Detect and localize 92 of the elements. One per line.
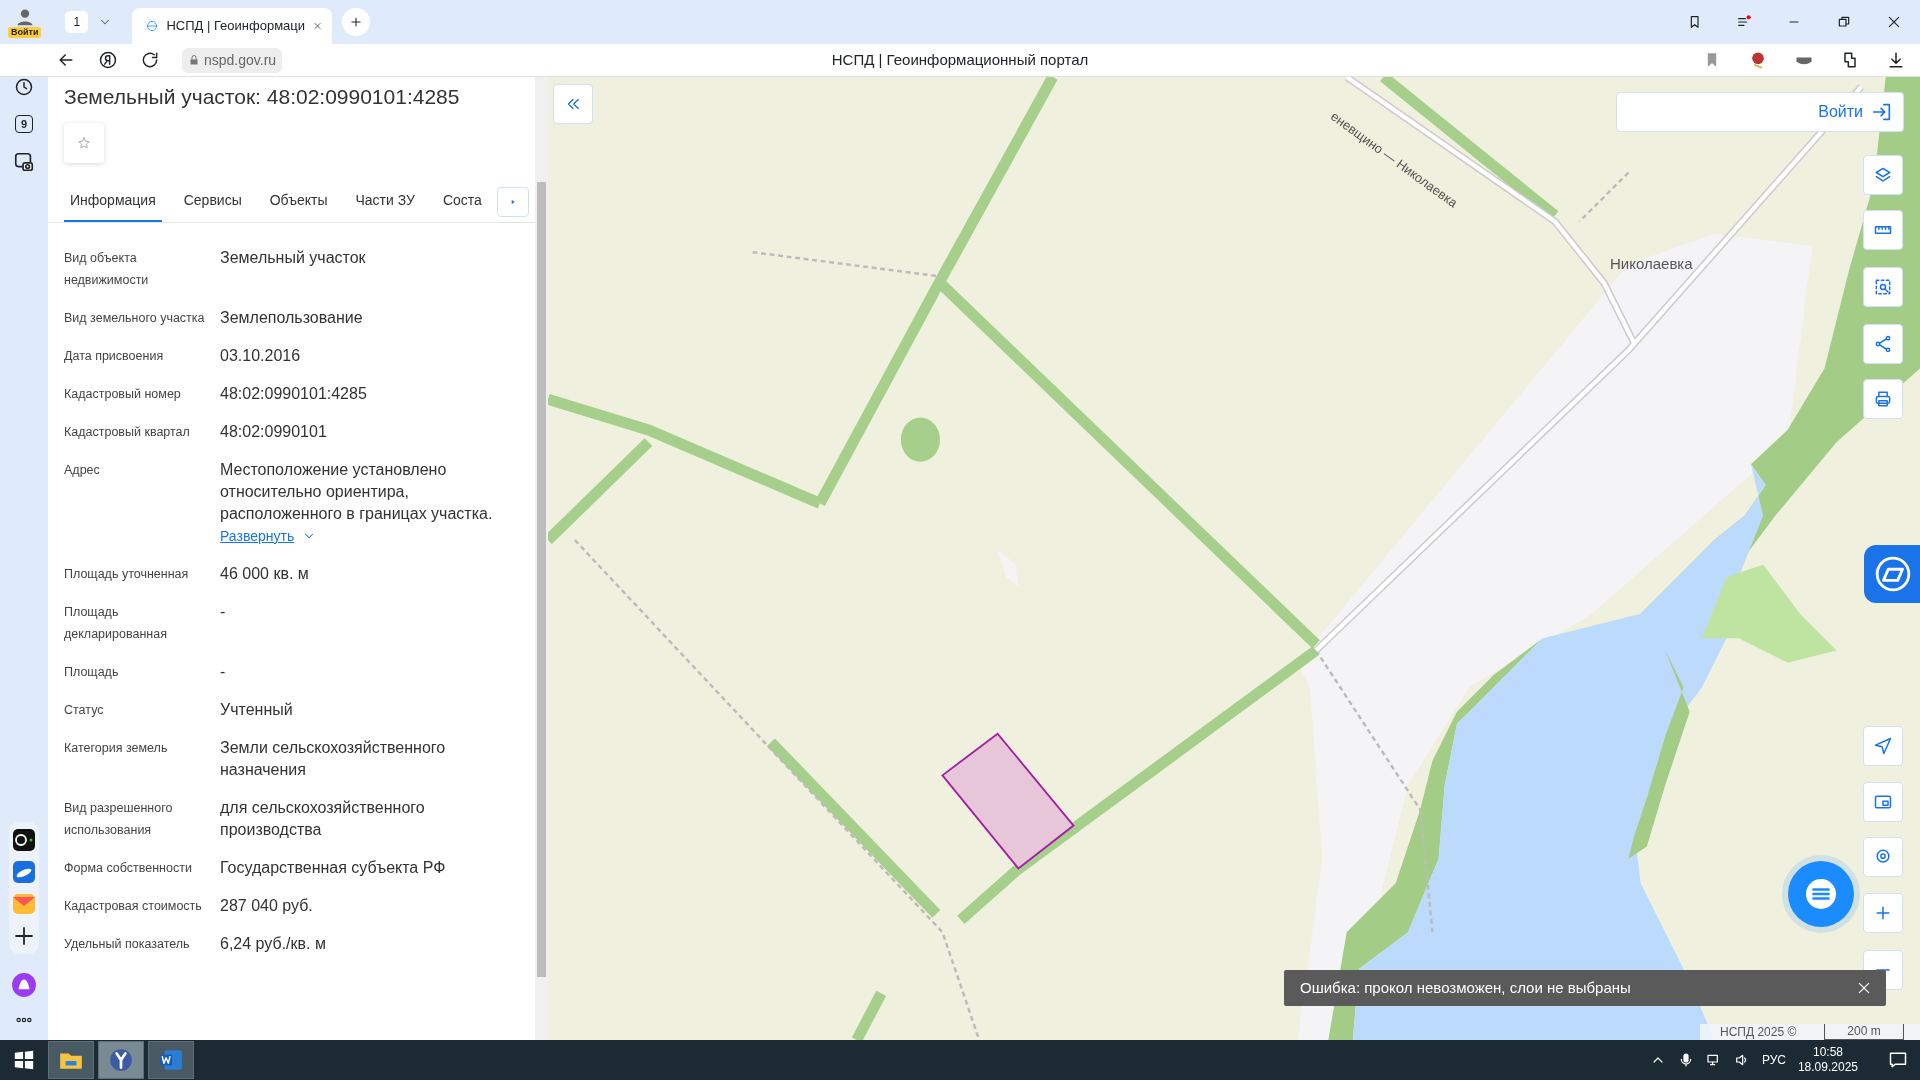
scrollbar[interactable]	[535, 77, 548, 1040]
field-label: Площадь	[64, 664, 120, 681]
feedback-button[interactable]	[1864, 545, 1920, 603]
place-label: Николаевка	[1610, 254, 1693, 274]
tab[interactable]: Информация	[64, 181, 162, 222]
share-icon	[1873, 334, 1893, 354]
clock-time[interactable]: 10:58	[1812, 1045, 1843, 1060]
collapse-button[interactable]	[553, 84, 593, 124]
field-label: Вид земельного участка	[64, 310, 206, 327]
field-value: для сельскохозяйственного производства	[220, 798, 426, 840]
minimap-icon	[1873, 792, 1893, 812]
camera-app-icon[interactable]	[12, 828, 36, 852]
plus-icon[interactable]	[12, 924, 36, 948]
expand-link[interactable]: Развернуть	[220, 525, 295, 547]
tab[interactable]: Части ЗУ	[349, 181, 421, 222]
new-tab-button[interactable]	[342, 8, 371, 36]
close-icon[interactable]	[1856, 980, 1872, 996]
map-tool-button[interactable]	[1863, 379, 1903, 419]
toast-message: Ошибка: прокол невозможен, слои не выбраны	[1300, 977, 1631, 998]
map-drawing[interactable]	[548, 77, 1920, 1040]
field-value: Землепользование	[220, 308, 364, 328]
field-value: Государственная субъекта РФ	[220, 858, 447, 878]
field-label: Площадь декларированная	[64, 604, 168, 643]
map-tool-button[interactable]	[1863, 324, 1903, 364]
field-value: Земельный участок	[220, 248, 367, 268]
reload-icon[interactable]	[140, 50, 160, 70]
notifications-icon[interactable]	[1888, 1050, 1908, 1070]
field-value: 46 000 кв. м	[220, 564, 310, 584]
chat-button[interactable]	[1788, 861, 1854, 927]
field-value: 03.10.2016	[220, 346, 302, 366]
close-icon[interactable]	[1886, 14, 1902, 30]
field-value: 48:02:0990101	[220, 422, 328, 442]
language-indicator[interactable]: РУС	[1761, 1051, 1786, 1069]
field-label: Кадастровая стоимость	[64, 898, 203, 915]
field-label: Статус	[64, 702, 105, 719]
field-value: Местоположение установлено относительно ориентира, расположенного в границах участка.	[220, 460, 494, 524]
screenshot-icon[interactable]	[13, 151, 35, 173]
map-tool-button[interactable]	[1863, 782, 1903, 822]
plus-icon	[349, 15, 364, 29]
url-field[interactable]: nspd.gov.ru	[182, 47, 283, 73]
browser-icon[interactable]	[108, 1047, 134, 1073]
globe-icon	[146, 18, 159, 34]
app-icon[interactable]	[12, 860, 36, 884]
field-value: Учтенный	[220, 700, 294, 720]
tab[interactable]: Соста	[436, 181, 488, 222]
map-tool-button[interactable]	[1863, 837, 1903, 877]
field-label: Категория земель	[64, 740, 169, 757]
page-title: НСПД | Геоинформационный портал	[831, 49, 1089, 70]
map-tool-button[interactable]	[1863, 155, 1903, 195]
field-value: 287 040 руб.	[220, 896, 314, 916]
more-icon[interactable]	[14, 1016, 34, 1024]
field-label: Удельный показатель	[64, 936, 191, 953]
object-title: Земельный участок: 48:02:0990101:4285	[64, 84, 461, 110]
tab-count[interactable]: 1	[65, 11, 89, 33]
field-label: Кадастровый квартал	[64, 424, 191, 441]
tab[interactable]: Сервисы	[177, 181, 248, 222]
history-icon[interactable]	[14, 77, 34, 97]
profile-login-label[interactable]: Войти	[8, 26, 42, 38]
print-icon	[1873, 389, 1893, 409]
lock-icon	[188, 54, 200, 66]
field-label: Адрес	[64, 462, 101, 479]
caret-right-icon	[509, 197, 517, 207]
field-value: -	[220, 602, 227, 622]
map-tool-button[interactable]	[1863, 726, 1903, 766]
chat-icon	[1803, 876, 1839, 912]
field-label: Дата присвоения	[64, 348, 165, 365]
field-label: Форма собственности	[64, 860, 193, 877]
tab-title: НСПД | Геоинформаци	[166, 17, 305, 36]
field-value: 48:02:0990101:4285	[220, 384, 368, 404]
field-label: Вид разрешенного использования	[64, 800, 174, 839]
field-label: Кадастровый номер	[64, 386, 182, 403]
clock-date[interactable]: 18.09.2025	[1797, 1060, 1858, 1075]
windows-icon[interactable]	[13, 1049, 35, 1071]
area-search-icon	[1873, 277, 1893, 297]
tab[interactable]: Объекты	[263, 181, 334, 222]
map-tool-button[interactable]	[1863, 210, 1903, 250]
field-value: Земли сельскохозяйственного назначения	[220, 738, 447, 780]
map-tool-button[interactable]	[1863, 267, 1903, 307]
download-icon[interactable]	[1886, 50, 1906, 70]
login-button[interactable]: Войти	[1616, 92, 1904, 132]
field-label: Площадь уточненная	[64, 566, 190, 583]
login-icon	[1871, 101, 1893, 123]
field-label: Вид объекта недвижимости	[64, 250, 150, 289]
field-value: 6,24 руб./кв. м	[220, 934, 327, 954]
mail-icon[interactable]	[12, 892, 36, 916]
field-value: -	[220, 662, 227, 682]
copyright-text: НСПД 2025 ©	[1720, 1024, 1797, 1040]
restore-icon[interactable]	[1836, 14, 1852, 30]
browser-tab[interactable]: НСПД | Геоинформаци	[132, 8, 333, 44]
tab-count-badge[interactable]: 9	[15, 115, 33, 133]
navigation-icon	[1873, 736, 1893, 756]
map-tool-button[interactable]	[1863, 893, 1903, 933]
